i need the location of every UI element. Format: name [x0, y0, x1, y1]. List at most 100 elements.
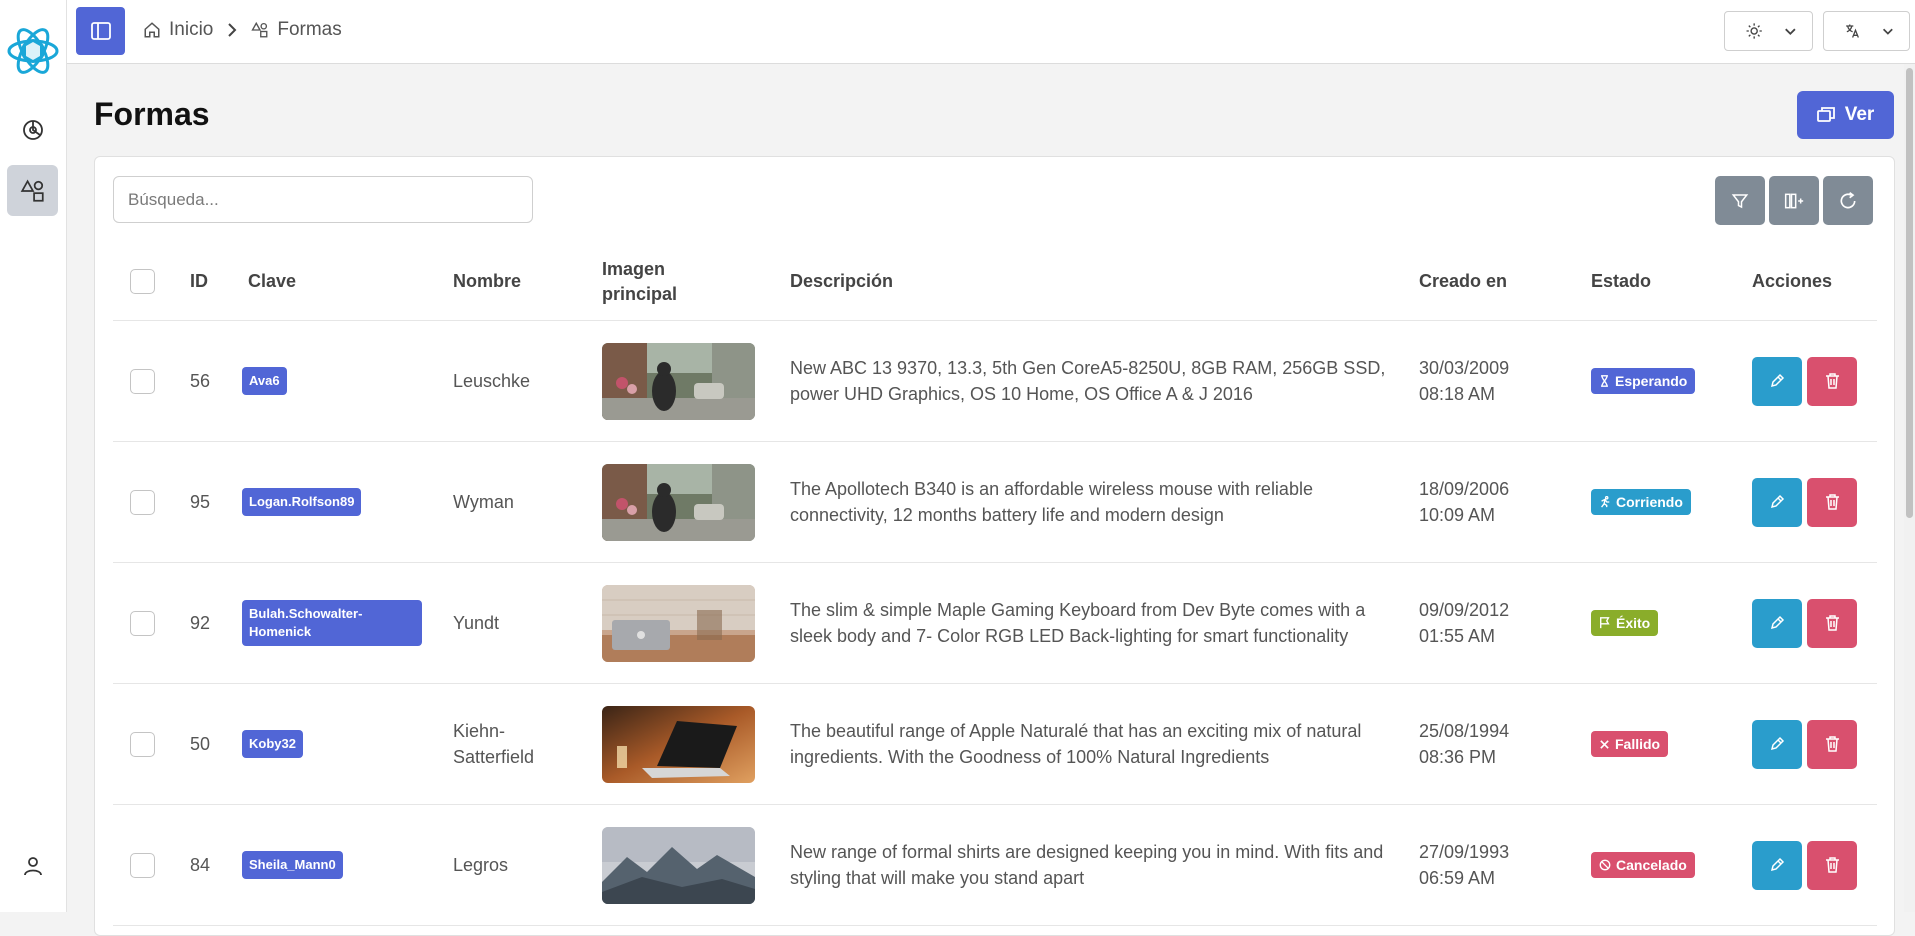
- hourglass-icon: [1599, 375, 1610, 387]
- column-header-imagen-line2: principal: [602, 283, 678, 304]
- row-checkbox[interactable]: [130, 368, 155, 394]
- clave-badge: Ava6: [242, 367, 287, 395]
- row-hora: 08:18 AM: [1419, 384, 1496, 404]
- translate-icon: [1846, 24, 1859, 38]
- row-nombre: Kiehn-Satterfield: [453, 721, 535, 767]
- street-photo[interactable]: [602, 463, 755, 541]
- delete-button[interactable]: [1807, 840, 1857, 890]
- row-checkbox[interactable]: [130, 489, 155, 515]
- delete-button[interactable]: [1807, 356, 1857, 406]
- row-nombre: Wyman: [453, 492, 514, 512]
- page-scrollbar[interactable]: [1904, 64, 1915, 912]
- filter-button[interactable]: [1715, 176, 1765, 225]
- row-fecha: 27/09/1993: [1419, 842, 1510, 862]
- sidebar: [0, 0, 67, 912]
- edit-button[interactable]: [1752, 598, 1802, 648]
- row-id: 95: [190, 492, 211, 512]
- laptop-table-photo[interactable]: [602, 705, 755, 783]
- breadcrumb-home[interactable]: Inicio: [143, 19, 213, 41]
- delete-button[interactable]: [1807, 477, 1857, 527]
- row-nombre: Legros: [453, 855, 509, 875]
- window-icon: [1816, 107, 1835, 122]
- page-title: Formas: [94, 96, 210, 132]
- refresh-icon: [1840, 191, 1856, 208]
- table-row: 95 Logan.Rolfson89 Wyman The Apollotech …: [113, 442, 1877, 563]
- chart-pie-icon: [22, 119, 43, 140]
- mountain-photo[interactable]: [602, 826, 755, 904]
- breadcrumb-home-label: Inicio: [169, 19, 214, 40]
- status-label: Fallido: [1615, 736, 1661, 752]
- row-checkbox[interactable]: [130, 610, 155, 636]
- columns-icon: [1784, 193, 1804, 208]
- row-descripcion: The slim & simple Maple Gaming Keyboard …: [790, 600, 1366, 646]
- row-fecha: 18/09/2006: [1419, 479, 1510, 499]
- column-header-estado[interactable]: Estado: [1591, 242, 1651, 321]
- x-icon: [1599, 739, 1610, 750]
- row-id: 56: [190, 371, 211, 391]
- sidebar-item-dashboard[interactable]: [7, 104, 58, 155]
- edit-button[interactable]: [1752, 477, 1802, 527]
- breadcrumb-current-label: Formas: [277, 19, 342, 40]
- select-all-checkbox[interactable]: [130, 269, 155, 294]
- table-row: 84 Sheila_Mann0 Legros New range of form…: [113, 805, 1877, 926]
- clave-badge: Sheila_Mann0: [242, 851, 343, 879]
- status-badge: Fallido: [1591, 731, 1669, 757]
- row-id: 50: [190, 734, 211, 754]
- trash-icon: [1825, 857, 1839, 873]
- view-button[interactable]: Ver: [1797, 91, 1894, 139]
- column-header-descripcion[interactable]: Descripción: [790, 242, 893, 321]
- row-checkbox[interactable]: [130, 731, 155, 757]
- table-row: 50 Koby32 Kiehn-Satterfield The beautifu…: [113, 684, 1877, 805]
- row-nombre: Yundt: [453, 613, 500, 633]
- edit-button[interactable]: [1752, 356, 1802, 406]
- pencil-icon: [1770, 494, 1785, 509]
- row-descripcion: New ABC 13 9370, 13.3, 5th Gen CoreA5-82…: [790, 358, 1386, 404]
- laptop-desk-photo[interactable]: [602, 584, 755, 662]
- sidebar-item-formas[interactable]: [7, 165, 58, 216]
- home-icon: [144, 22, 160, 38]
- edit-button[interactable]: [1752, 840, 1802, 890]
- delete-button[interactable]: [1807, 598, 1857, 648]
- row-checkbox[interactable]: [130, 852, 155, 878]
- pencil-icon: [1770, 615, 1785, 630]
- clave-badge: Koby32: [242, 730, 303, 758]
- row-hora: 10:09 AM: [1419, 505, 1496, 525]
- columns-button[interactable]: [1769, 176, 1819, 225]
- flag-icon: [1599, 617, 1611, 629]
- sidebar-icon: [90, 22, 111, 40]
- status-badge: Cancelado: [1591, 852, 1695, 878]
- sidebar-item-profile[interactable]: [7, 840, 58, 891]
- trash-icon: [1825, 494, 1839, 510]
- search-input[interactable]: [113, 176, 533, 223]
- running-icon: [1599, 496, 1611, 508]
- main-content: Formas Ver ID Clave Nombre Imagen princi…: [67, 64, 1900, 936]
- delete-button[interactable]: [1807, 719, 1857, 769]
- user-icon: [23, 856, 42, 875]
- shapes-icon: [251, 21, 268, 38]
- view-button-label: Ver: [1844, 104, 1875, 125]
- trash-icon: [1825, 373, 1839, 389]
- trash-icon: [1825, 615, 1839, 631]
- edit-button[interactable]: [1752, 719, 1802, 769]
- column-header-clave[interactable]: Clave: [248, 242, 296, 321]
- status-badge: Éxito: [1591, 610, 1659, 636]
- status-badge: Corriendo: [1591, 489, 1691, 515]
- atom-logo-icon[interactable]: [6, 24, 60, 78]
- row-fecha: 30/03/2009: [1419, 358, 1510, 378]
- chevron-down-icon: [1785, 28, 1796, 36]
- breadcrumb: Inicio Formas: [143, 19, 342, 41]
- language-select[interactable]: [1823, 11, 1910, 51]
- street-photo[interactable]: [602, 342, 755, 420]
- sidebar-toggle-button[interactable]: [76, 7, 125, 55]
- column-header-creado[interactable]: Creado en: [1419, 242, 1507, 321]
- chevron-right-icon: [225, 21, 239, 39]
- status-label: Corriendo: [1616, 494, 1683, 510]
- column-header-id[interactable]: ID: [190, 242, 208, 321]
- column-header-nombre[interactable]: Nombre: [453, 242, 521, 321]
- chevron-down-icon: [1883, 28, 1894, 35]
- theme-select[interactable]: [1724, 11, 1813, 51]
- refresh-button[interactable]: [1823, 176, 1873, 225]
- status-label: Éxito: [1616, 615, 1651, 631]
- column-header-imagen[interactable]: Imagen principal: [602, 242, 677, 321]
- scrollbar-thumb[interactable]: [1906, 68, 1913, 518]
